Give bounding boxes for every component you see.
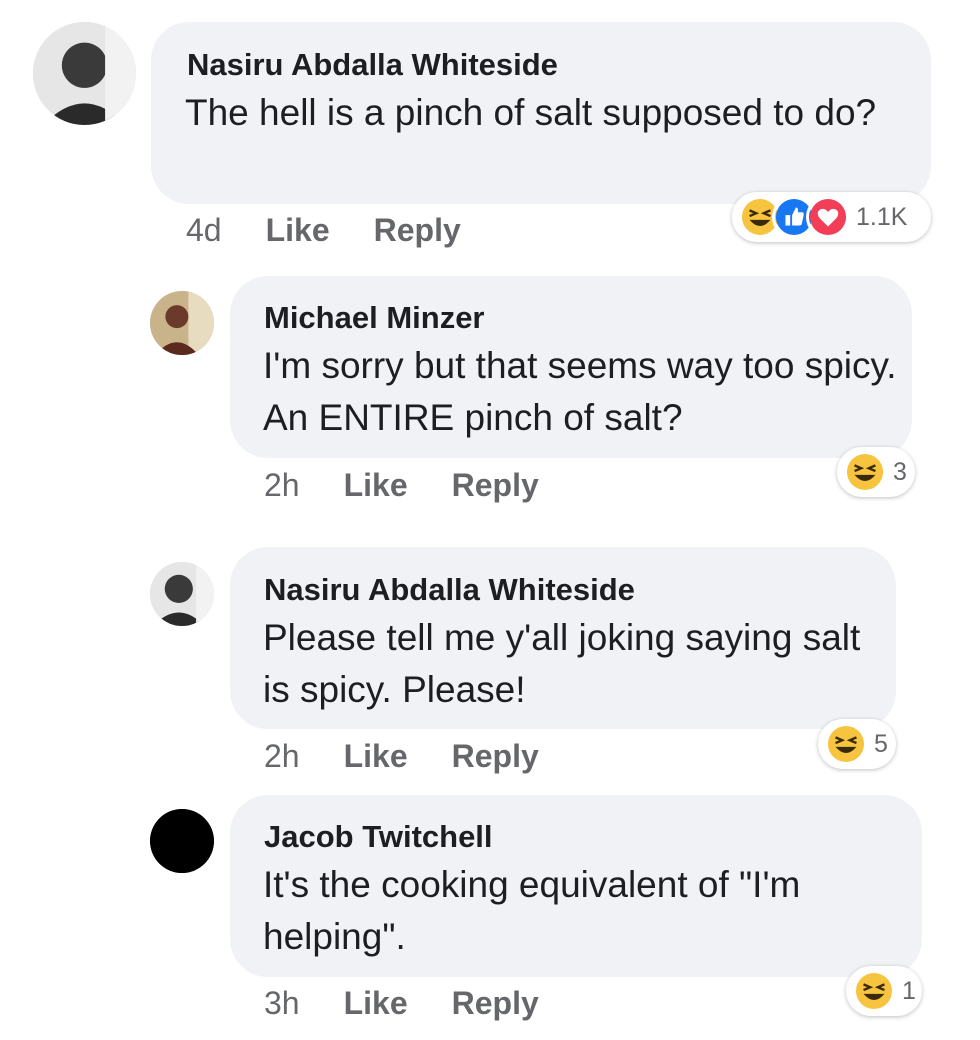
reaction-count: 1 bbox=[902, 976, 916, 1005]
comment-actions: 4d Like Reply bbox=[186, 212, 461, 249]
comment-actions: 3h Like Reply bbox=[264, 985, 539, 1022]
reaction-summary[interactable]: 1 bbox=[846, 966, 922, 1016]
comment-actions: 2h Like Reply bbox=[264, 738, 539, 775]
comment-author[interactable]: Jacob Twitchell bbox=[264, 819, 493, 855]
love-reaction-icon bbox=[806, 195, 850, 239]
comment-text: It's the cooking equivalent of "I'm help… bbox=[263, 864, 801, 957]
reply-button[interactable]: Reply bbox=[452, 985, 539, 1022]
comment-bubble: Nasiru Abdalla Whiteside The hell is a p… bbox=[151, 22, 931, 204]
like-button[interactable]: Like bbox=[344, 985, 408, 1022]
like-button[interactable]: Like bbox=[266, 212, 330, 249]
reaction-count: 1.1K bbox=[856, 202, 908, 231]
comment-author[interactable]: Michael Minzer bbox=[264, 300, 485, 336]
reply-button[interactable]: Reply bbox=[374, 212, 461, 249]
reply-button[interactable]: Reply bbox=[452, 467, 539, 504]
comment-timestamp[interactable]: 2h bbox=[264, 738, 300, 775]
reaction-count: 5 bbox=[874, 729, 888, 758]
comment-timestamp[interactable]: 4d bbox=[186, 212, 222, 249]
reply-button[interactable]: Reply bbox=[452, 738, 539, 775]
comment-timestamp[interactable]: 3h bbox=[264, 985, 300, 1022]
reaction-summary[interactable]: 3 bbox=[837, 447, 915, 497]
comment-author[interactable]: Nasiru Abdalla Whiteside bbox=[187, 47, 558, 83]
comment-author[interactable]: Nasiru Abdalla Whiteside bbox=[264, 572, 635, 608]
haha-reaction-icon bbox=[852, 969, 896, 1013]
avatar[interactable] bbox=[33, 22, 136, 125]
like-button[interactable]: Like bbox=[344, 738, 408, 775]
reaction-count: 3 bbox=[893, 457, 907, 486]
comment-text: Please tell me y'all joking saying salt … bbox=[263, 617, 861, 710]
comment-bubble: Jacob Twitchell It's the cooking equival… bbox=[230, 795, 922, 977]
avatar[interactable] bbox=[150, 562, 214, 626]
avatar[interactable] bbox=[150, 291, 214, 355]
reaction-summary[interactable]: 5 bbox=[818, 719, 896, 769]
comment-text: The hell is a pinch of salt supposed to … bbox=[185, 92, 877, 133]
haha-reaction-icon bbox=[824, 722, 868, 766]
comment-bubble: Nasiru Abdalla Whiteside Please tell me … bbox=[230, 547, 896, 729]
comment-actions: 2h Like Reply bbox=[264, 467, 539, 504]
haha-reaction-icon bbox=[843, 450, 887, 494]
comment-timestamp[interactable]: 2h bbox=[264, 467, 300, 504]
comment-text: I'm sorry but that seems way too spicy. … bbox=[263, 345, 897, 438]
reaction-summary[interactable]: 1.1K bbox=[732, 192, 931, 242]
like-button[interactable]: Like bbox=[344, 467, 408, 504]
comment-bubble: Michael Minzer I'm sorry but that seems … bbox=[230, 276, 912, 458]
avatar[interactable] bbox=[150, 809, 214, 873]
